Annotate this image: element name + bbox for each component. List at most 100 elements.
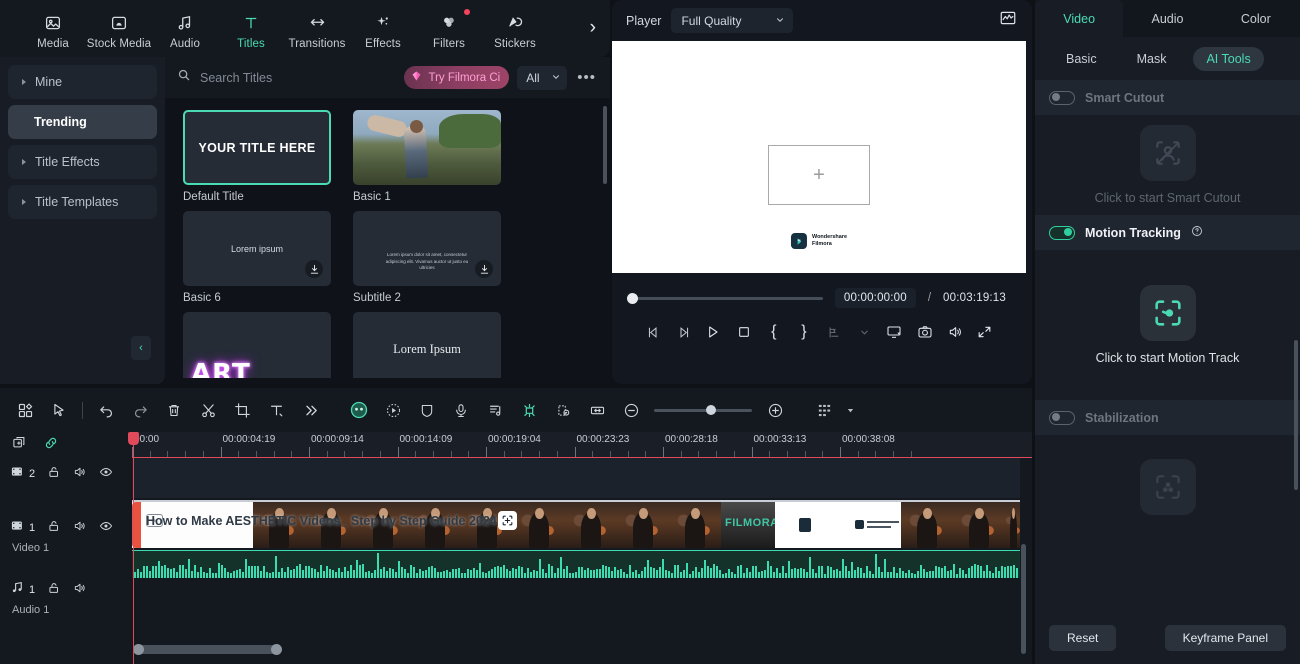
link-tracks-icon[interactable] [43,435,59,456]
markers-button[interactable] [819,318,849,346]
title-tile-basic-6[interactable]: Lorem ipsum Basic 6 [183,211,331,304]
zoom-slider[interactable] [654,405,752,415]
reset-button[interactable]: Reset [1049,625,1117,651]
volume-button[interactable] [940,318,970,346]
zoom-in-button[interactable] [758,395,792,425]
stabilization-toggle[interactable] [1049,410,1075,425]
voiceover-button[interactable] [444,395,478,425]
scroll-handle-right[interactable] [271,644,282,655]
title-tile-art[interactable]: ART [183,312,331,384]
track-row-video-2[interactable] [132,458,1020,498]
audio-detach-button[interactable] [478,395,512,425]
title-tile-default-title[interactable]: YOUR TITLE HERE Default Title [183,110,331,203]
collapse-sidebar-button[interactable]: ‹ [131,336,151,360]
sidebar-item-trending[interactable]: Trending [8,105,157,139]
scroll-handle-left[interactable] [133,644,144,655]
markers-dropdown-button[interactable] [849,318,879,346]
layout-button[interactable] [8,395,42,425]
tab-color[interactable]: Color [1212,0,1300,37]
add-track-icon[interactable] [12,435,27,455]
green-screen-button[interactable] [410,395,444,425]
display-settings-button[interactable] [879,318,909,346]
text-button[interactable] [259,395,293,425]
title-tile-basic-1[interactable]: Basic 1 [353,110,501,203]
keyframe-panel-button[interactable]: Keyframe Panel [1164,625,1286,651]
redo-button[interactable] [123,395,157,425]
play-button[interactable] [698,318,728,346]
ai-mask-button[interactable] [342,395,376,425]
stop-button[interactable] [729,318,759,346]
nav-item-stickers[interactable]: Stickers [482,7,548,50]
nav-item-filters[interactable]: Filters [416,7,482,50]
select-tool-button[interactable] [42,395,76,425]
nav-item-effects[interactable]: Effects [350,7,416,50]
zoom-out-button[interactable] [614,395,648,425]
fullscreen-button[interactable] [970,318,1000,346]
undo-button[interactable] [89,395,123,425]
help-icon[interactable] [1191,225,1203,240]
timeline-horizontal-scrollbar[interactable] [133,644,282,655]
audio-clip[interactable] [132,550,1020,578]
tab-video[interactable]: Video [1035,0,1124,37]
add-media-placeholder[interactable]: + [768,145,870,205]
timeline-vertical-scrollbar[interactable] [1021,544,1026,654]
crop-button[interactable] [225,395,259,425]
progress-knob[interactable] [627,292,638,304]
lock-track-icon[interactable] [47,581,61,600]
mute-track-icon[interactable] [73,581,87,600]
tab-audio[interactable]: Audio [1123,0,1211,37]
snapshot-button[interactable] [910,318,940,346]
download-icon[interactable] [475,260,493,278]
fit-timeline-button[interactable] [580,395,614,425]
preview-canvas[interactable]: + Wondershare Filmora [612,41,1026,273]
nav-item-transitions[interactable]: Transitions [284,7,350,50]
speed-ramping-button[interactable] [376,395,410,425]
hide-track-icon[interactable] [99,519,113,538]
motion-tracking-body[interactable]: Click to start Motion Track [1035,250,1300,400]
mute-track-icon[interactable] [73,519,87,538]
stabilization-body[interactable] [1035,435,1300,545]
smart-cutout-toggle[interactable] [1049,90,1075,105]
delete-button[interactable] [157,395,191,425]
nav-item-media[interactable]: Media [20,7,86,50]
zoom-slider-knob[interactable] [706,405,716,415]
properties-scrollbar[interactable] [1294,340,1298,490]
hide-track-icon[interactable] [99,465,113,484]
quality-dropdown[interactable]: Full Quality [671,8,794,33]
try-filmora-button[interactable]: Try Filmora Ci [404,66,510,89]
sidebar-item-title-effects[interactable]: Title Effects [8,145,157,179]
auto-reframe-button[interactable] [546,395,580,425]
subtab-ai-tools[interactable]: AI Tools [1193,46,1264,71]
nav-item-stock-media[interactable]: Stock Media [86,7,152,50]
previous-frame-button[interactable] [638,318,668,346]
search-input[interactable]: Search Titles [177,68,396,87]
title-tile-subtitle-2[interactable]: Lorem ipsum dolor sit amet, consectetur … [353,211,501,304]
subtab-mask[interactable]: Mask [1124,47,1180,71]
track-manager-caret[interactable] [841,395,859,425]
lock-track-icon[interactable] [47,465,61,484]
filter-dropdown[interactable]: All [517,65,568,90]
playback-progress-slider[interactable] [627,292,823,304]
subtab-basic[interactable]: Basic [1053,47,1110,71]
mark-in-button[interactable]: { [759,318,789,346]
motion-tracking-toggle[interactable] [1049,225,1075,240]
expand-nav-arrow[interactable]: › [590,18,596,37]
clip-reframe-icon[interactable] [498,511,517,530]
sidebar-item-mine[interactable]: Mine [8,65,157,99]
playhead-handle[interactable] [128,432,139,445]
playhead[interactable] [128,432,139,664]
split-button[interactable] [191,395,225,425]
mute-track-icon[interactable] [73,465,87,484]
nav-item-audio[interactable]: Audio [152,7,218,50]
browser-scrollbar[interactable] [603,106,607,184]
title-tile-lorem-ipsum[interactable]: Lorem Ipsum [353,312,501,384]
track-manager-button[interactable] [807,395,841,425]
smart-cutout-body[interactable]: Click to start Smart Cutout [1035,115,1300,215]
download-icon[interactable] [305,260,323,278]
waveform-scope-icon[interactable] [998,9,1018,32]
auto-highlight-button[interactable] [512,395,546,425]
video-clip[interactable]: FILMORA How to Make AESTHETIC Videos_ St… [132,500,1020,548]
browser-more-button[interactable]: ••• [575,69,598,86]
next-frame-button[interactable] [668,318,698,346]
more-tools-button[interactable] [293,395,327,425]
